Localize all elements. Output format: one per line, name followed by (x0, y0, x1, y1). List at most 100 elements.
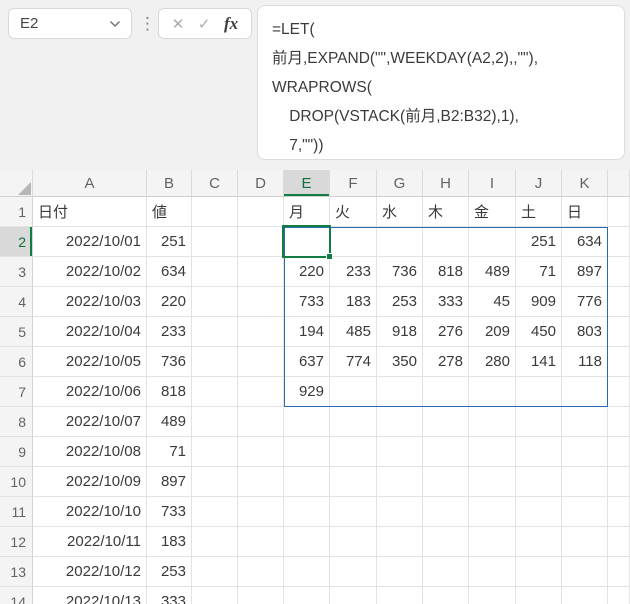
cell-H11[interactable] (423, 497, 469, 527)
cell-K11[interactable] (562, 497, 608, 527)
cell-D1[interactable] (238, 197, 284, 227)
cell-F2[interactable] (330, 227, 377, 257)
cell-I5[interactable]: 209 (469, 317, 516, 347)
cell-B3[interactable]: 634 (147, 257, 192, 287)
cell-G8[interactable] (377, 407, 423, 437)
cell-K2[interactable]: 634 (562, 227, 608, 257)
cell-K13[interactable] (562, 557, 608, 587)
cell-partial-13[interactable] (608, 557, 630, 587)
cell-H14[interactable] (423, 587, 469, 604)
cell-G7[interactable] (377, 377, 423, 407)
cell-C9[interactable] (192, 437, 238, 467)
cell-D11[interactable] (238, 497, 284, 527)
cell-A11[interactable]: 2022/10/10 (33, 497, 147, 527)
cell-E8[interactable] (284, 407, 330, 437)
cell-E12[interactable] (284, 527, 330, 557)
cell-I10[interactable] (469, 467, 516, 497)
cell-D5[interactable] (238, 317, 284, 347)
cell-A9[interactable]: 2022/10/08 (33, 437, 147, 467)
cell-D9[interactable] (238, 437, 284, 467)
cell-I9[interactable] (469, 437, 516, 467)
cell-F11[interactable] (330, 497, 377, 527)
cell-H13[interactable] (423, 557, 469, 587)
cell-C4[interactable] (192, 287, 238, 317)
cell-C8[interactable] (192, 407, 238, 437)
row-header-1[interactable]: 1 (0, 197, 33, 227)
cell-K10[interactable] (562, 467, 608, 497)
cell-H2[interactable] (423, 227, 469, 257)
row-header-5[interactable]: 5 (0, 317, 33, 347)
fill-handle[interactable] (326, 253, 333, 260)
cell-D2[interactable] (238, 227, 284, 257)
cell-D14[interactable] (238, 587, 284, 604)
column-header-D[interactable]: D (238, 170, 284, 197)
column-header-I[interactable]: I (469, 170, 516, 197)
cell-J9[interactable] (516, 437, 562, 467)
cell-I14[interactable] (469, 587, 516, 604)
cell-H3[interactable]: 818 (423, 257, 469, 287)
cell-A4[interactable]: 2022/10/03 (33, 287, 147, 317)
cell-J4[interactable]: 909 (516, 287, 562, 317)
cell-partial-12[interactable] (608, 527, 630, 557)
cell-B12[interactable]: 183 (147, 527, 192, 557)
select-all-button[interactable] (0, 170, 33, 197)
cell-K6[interactable]: 118 (562, 347, 608, 377)
cell-J2[interactable]: 251 (516, 227, 562, 257)
cell-H4[interactable]: 333 (423, 287, 469, 317)
cell-B10[interactable]: 897 (147, 467, 192, 497)
row-header-13[interactable]: 13 (0, 557, 33, 587)
cell-partial-2[interactable] (608, 227, 630, 257)
cell-C11[interactable] (192, 497, 238, 527)
cell-G6[interactable]: 350 (377, 347, 423, 377)
cell-J1[interactable]: 土 (516, 197, 562, 227)
cell-F13[interactable] (330, 557, 377, 587)
cell-J7[interactable] (516, 377, 562, 407)
cell-E14[interactable] (284, 587, 330, 604)
cell-H5[interactable]: 276 (423, 317, 469, 347)
cell-J13[interactable] (516, 557, 562, 587)
row-header-7[interactable]: 7 (0, 377, 33, 407)
insert-function-icon[interactable]: fx (224, 14, 238, 34)
cell-A7[interactable]: 2022/10/06 (33, 377, 147, 407)
cell-G2[interactable] (377, 227, 423, 257)
cell-F14[interactable] (330, 587, 377, 604)
cell-J8[interactable] (516, 407, 562, 437)
cell-J6[interactable]: 141 (516, 347, 562, 377)
cell-D6[interactable] (238, 347, 284, 377)
cell-partial-8[interactable] (608, 407, 630, 437)
cell-I1[interactable]: 金 (469, 197, 516, 227)
cell-G14[interactable] (377, 587, 423, 604)
cell-G3[interactable]: 736 (377, 257, 423, 287)
row-header-3[interactable]: 3 (0, 257, 33, 287)
cell-I7[interactable] (469, 377, 516, 407)
cell-J11[interactable] (516, 497, 562, 527)
cell-G4[interactable]: 253 (377, 287, 423, 317)
cell-K12[interactable] (562, 527, 608, 557)
row-header-4[interactable]: 4 (0, 287, 33, 317)
cell-I12[interactable] (469, 527, 516, 557)
cell-F5[interactable]: 485 (330, 317, 377, 347)
cell-G5[interactable]: 918 (377, 317, 423, 347)
cell-K9[interactable] (562, 437, 608, 467)
cell-E13[interactable] (284, 557, 330, 587)
cell-K3[interactable]: 897 (562, 257, 608, 287)
cell-K8[interactable] (562, 407, 608, 437)
cell-H6[interactable]: 278 (423, 347, 469, 377)
cell-B14[interactable]: 333 (147, 587, 192, 604)
cell-I11[interactable] (469, 497, 516, 527)
cell-J10[interactable] (516, 467, 562, 497)
cell-K1[interactable]: 日 (562, 197, 608, 227)
cell-E3[interactable]: 220 (284, 257, 330, 287)
cell-I6[interactable]: 280 (469, 347, 516, 377)
cell-D8[interactable] (238, 407, 284, 437)
cell-J3[interactable]: 71 (516, 257, 562, 287)
cell-A1[interactable]: 日付 (33, 197, 147, 227)
cell-F3[interactable]: 233 (330, 257, 377, 287)
cell-D13[interactable] (238, 557, 284, 587)
cell-A13[interactable]: 2022/10/12 (33, 557, 147, 587)
cell-E10[interactable] (284, 467, 330, 497)
cell-E5[interactable]: 194 (284, 317, 330, 347)
cell-F6[interactable]: 774 (330, 347, 377, 377)
cell-partial-9[interactable] (608, 437, 630, 467)
cell-partial-1[interactable] (608, 197, 630, 227)
